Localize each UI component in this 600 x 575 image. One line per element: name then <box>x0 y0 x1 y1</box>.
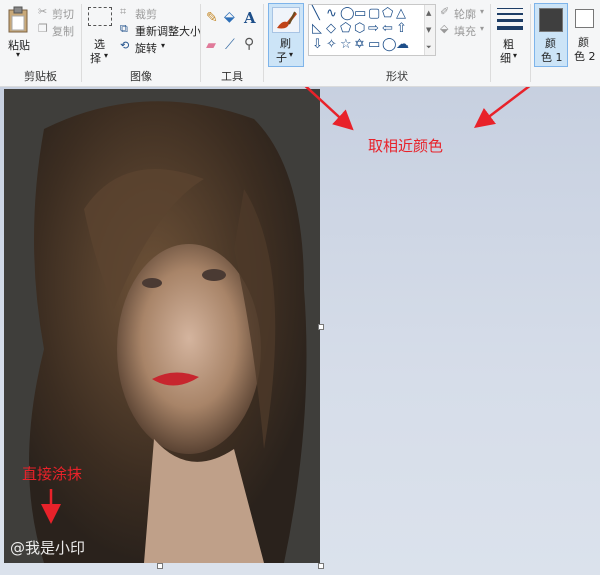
chevron-down-icon: ▼ <box>426 26 432 34</box>
select-rect-icon <box>88 7 112 26</box>
cut-label: 剪切 <box>52 8 74 21</box>
cloud-callout-shape-icon[interactable]: ☁ <box>396 38 409 51</box>
oval-shape-icon[interactable]: ◯ <box>340 7 355 20</box>
curve-shape-icon[interactable]: ∿ <box>326 7 337 20</box>
fill-bucket-icon[interactable]: ⬙ <box>224 9 235 25</box>
outline-label: 轮廓 <box>454 8 476 21</box>
rounded-rect-shape-icon[interactable]: ▢ <box>368 7 380 20</box>
text-icon[interactable]: A <box>244 9 256 27</box>
outline-button[interactable]: ✐ 轮廓 ▾ <box>440 5 490 21</box>
shapes-gallery[interactable]: ╲ ∿ ◯ ▭ ▢ ⬠ △ ◺ ◇ ⬠ ⬡ ⇨ ⇦ ⇧ ⇩ ✧ ☆ ✡ ▭ ◯ … <box>308 4 436 56</box>
hexagon-shape-icon[interactable]: ⬡ <box>354 22 365 35</box>
separator <box>263 4 264 82</box>
brush-arrow: ▾ <box>289 50 294 59</box>
expand-icon: ⏷ <box>426 43 432 51</box>
diamond-shape-icon[interactable]: ◇ <box>326 22 336 35</box>
arrow-from-brush <box>304 87 354 131</box>
tools-group-label: 工具 <box>221 70 243 83</box>
resize-label: 重新调整大小 <box>135 25 201 38</box>
fill-button[interactable]: ⬙ 填充 ▾ <box>440 22 490 38</box>
clipboard-icon <box>8 6 28 33</box>
resize-button[interactable]: ⧉ 重新调整大小 <box>120 22 201 38</box>
cut-button[interactable]: ✂ 剪切 <box>38 5 76 21</box>
eraser-icon[interactable]: ▰ <box>206 38 216 53</box>
fill-label: 填充 <box>454 25 476 38</box>
paste-arrow: ▾ <box>16 50 21 59</box>
size-label-2: 细 <box>500 52 511 65</box>
outline-arrow: ▾ <box>480 7 485 16</box>
brush-button[interactable]: 刷 子 ▾ <box>268 3 304 67</box>
right-triangle-shape-icon[interactable]: ◺ <box>312 22 322 35</box>
annotation-smear: 直接涂抹 <box>22 465 83 483</box>
pentagon-shape-icon[interactable]: ⬠ <box>340 22 351 35</box>
polygon-shape-icon[interactable]: ⬠ <box>382 7 393 20</box>
chevron-up-icon: ▲ <box>426 9 432 17</box>
size-arrow: ▾ <box>513 51 518 60</box>
left-arrow-shape-icon[interactable]: ⇦ <box>382 22 393 35</box>
callout-oval-shape-icon[interactable]: ◯ <box>382 38 397 51</box>
line-width-icon <box>497 8 523 30</box>
rectangle-shape-icon[interactable]: ▭ <box>354 7 366 20</box>
separator <box>200 4 201 82</box>
brush-icon <box>272 7 300 33</box>
color-picker-icon[interactable]: ⟋ <box>225 37 235 53</box>
color2-swatch <box>575 9 594 28</box>
rotate-icon: ⟲ <box>120 39 130 52</box>
rotate-arrow: ▾ <box>161 41 166 50</box>
shapes-group-label: 形状 <box>386 70 408 83</box>
copy-label: 复制 <box>52 25 74 38</box>
up-arrow-shape-icon[interactable]: ⇧ <box>396 22 407 35</box>
color1-label-2: 色 1 <box>541 51 563 64</box>
right-arrow-shape-icon[interactable]: ⇨ <box>368 22 379 35</box>
separator <box>490 4 491 82</box>
separator <box>530 4 531 82</box>
color2-label-2: 色 2 <box>574 50 596 63</box>
copy-button[interactable]: ❐ 复制 <box>38 22 76 38</box>
rotate-label: 旋转 <box>135 42 157 55</box>
scissors-icon: ✂ <box>38 5 48 18</box>
color1-button[interactable]: 颜 色 1 <box>534 3 568 67</box>
select-button[interactable]: 选 择 ▾ <box>86 4 114 65</box>
fill-icon: ⬙ <box>440 22 449 35</box>
pencil-icon[interactable]: ✎ <box>206 10 218 26</box>
five-star-shape-icon[interactable]: ☆ <box>340 38 352 51</box>
size-button[interactable]: 粗 细 ▾ <box>494 4 526 65</box>
select-arrow: ▾ <box>104 51 109 60</box>
canvas-area[interactable]: @我是小印 取相近颜色 直接涂抹 <box>0 87 600 575</box>
brush-label-2: 子 <box>276 51 287 64</box>
gallery-scroll[interactable]: ▲ ▼ ⏷ <box>424 5 435 55</box>
copy-icon: ❐ <box>38 22 48 35</box>
six-star-shape-icon[interactable]: ✡ <box>354 38 365 51</box>
arrow-from-color1 <box>474 87 531 129</box>
annotation-arrows <box>41 87 531 524</box>
triangle-shape-icon[interactable]: △ <box>396 7 406 20</box>
paste-button[interactable]: 粘贴 ▾ <box>4 4 32 62</box>
image-group-label: 图像 <box>130 70 152 83</box>
line-shape-icon[interactable]: ╲ <box>312 7 320 20</box>
resize-icon: ⧉ <box>120 22 128 35</box>
ribbon-toolbar: 粘贴 ▾ ✂ 剪切 ❐ 复制 剪贴板 选 择 ▾ ⌗ 裁剪 ⧉ 重新调整大小 ⟲… <box>0 0 600 87</box>
color2-button[interactable]: 颜 色 2 <box>570 3 600 65</box>
down-arrow-shape-icon[interactable]: ⇩ <box>312 38 323 51</box>
fill-arrow: ▾ <box>480 24 485 33</box>
four-star-shape-icon[interactable]: ✧ <box>326 38 337 51</box>
rotate-button[interactable]: ⟲ 旋转 ▾ <box>120 39 168 55</box>
clipboard-group-label: 剪贴板 <box>24 70 57 83</box>
separator <box>81 4 82 82</box>
select-label-2: 择 <box>90 52 101 65</box>
annotation-pick-color: 取相近颜色 <box>368 137 444 155</box>
magnifier-icon[interactable]: ⚲ <box>244 36 254 52</box>
crop-button[interactable]: ⌗ 裁剪 <box>120 5 160 21</box>
crop-label: 裁剪 <box>135 8 157 21</box>
crop-icon: ⌗ <box>120 5 127 18</box>
color1-swatch <box>539 8 563 32</box>
outline-icon: ✐ <box>440 5 450 18</box>
callout-rect-shape-icon[interactable]: ▭ <box>368 38 380 51</box>
